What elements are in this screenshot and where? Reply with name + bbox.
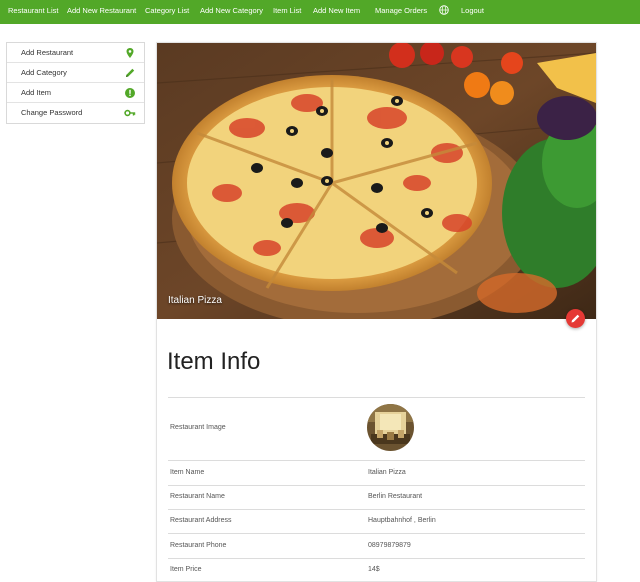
nav-add-new-category[interactable]: Add New Category: [200, 6, 263, 15]
info-row-label: Item Price: [170, 566, 202, 573]
restaurant-image: [367, 404, 414, 451]
pizza-photo: Italian Pizza: [157, 43, 596, 319]
info-row-value: 14$: [368, 566, 380, 573]
pencil-icon: [126, 68, 135, 77]
top-navbar: Restaurant List Add New Restaurant Categ…: [0, 0, 640, 24]
divider: [168, 460, 585, 461]
info-row-value: Berlin Restaurant: [368, 493, 423, 500]
restaurant-thumbnail: [367, 404, 414, 451]
divider: [168, 533, 585, 534]
info-row-label: Restaurant Address: [170, 517, 232, 524]
edit-item-button[interactable]: [566, 309, 585, 328]
sidebar-item-add-item[interactable]: Add Item: [7, 83, 144, 103]
sidebar-item-label: Change Password: [21, 108, 83, 117]
sidebar-item-change-password[interactable]: Change Password: [7, 103, 144, 123]
pencil-icon: [571, 314, 580, 323]
info-row-value: Hauptbahnhof , Berlin: [368, 517, 436, 524]
sidebar-item-label: Add Category: [21, 68, 67, 77]
globe-icon[interactable]: [439, 5, 449, 15]
nav-item-list[interactable]: Item List: [273, 6, 301, 15]
sidebar-menu: Add Restaurant Add Category Add Item Cha…: [6, 42, 145, 124]
info-row-value: Italian Pizza: [368, 469, 406, 476]
info-row-label: Restaurant Image: [170, 424, 226, 431]
nav-category-list[interactable]: Category List: [145, 6, 189, 15]
divider: [168, 509, 585, 510]
info-row-label: Item Name: [170, 469, 205, 476]
divider: [168, 485, 585, 486]
nav-logout[interactable]: Logout: [461, 6, 484, 15]
nav-add-new-item[interactable]: Add New Item: [313, 6, 360, 15]
sidebar-item-label: Add Restaurant: [21, 48, 74, 57]
key-icon: [124, 109, 136, 117]
divider: [168, 397, 585, 398]
map-pin-icon: [126, 48, 134, 58]
info-row-label: Restaurant Name: [170, 493, 225, 500]
page-title: Item Info: [167, 348, 261, 375]
sidebar-item-label: Add Item: [21, 88, 52, 97]
sidebar-item-add-restaurant[interactable]: Add Restaurant: [7, 43, 144, 63]
nav-add-new-restaurant[interactable]: Add New Restaurant: [67, 6, 136, 15]
info-row-value: 08979879879: [368, 542, 411, 549]
info-row-label: Restaurant Phone: [170, 542, 227, 549]
item-card: Italian Pizza Item Info Restaurant Image…: [156, 42, 597, 582]
divider: [168, 558, 585, 559]
pizza-image: [157, 43, 596, 319]
nav-restaurant-list[interactable]: Restaurant List: [8, 6, 58, 15]
alert-circle-icon: [125, 88, 135, 98]
sidebar-item-add-category[interactable]: Add Category: [7, 63, 144, 83]
nav-manage-orders[interactable]: Manage Orders: [375, 6, 427, 15]
image-caption: Italian Pizza: [168, 295, 222, 306]
